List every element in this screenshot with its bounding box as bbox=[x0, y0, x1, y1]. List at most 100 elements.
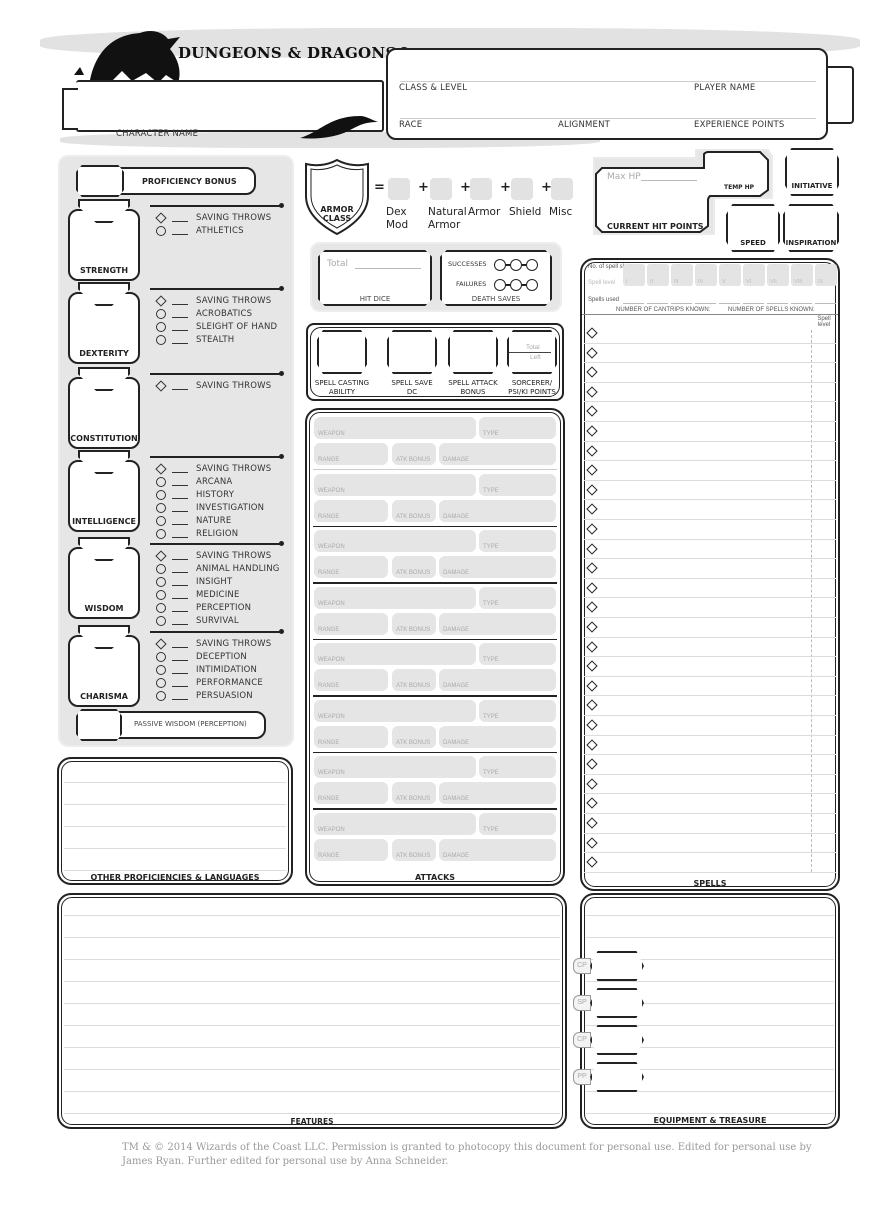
skill-row[interactable]: SAVING THROWS bbox=[155, 462, 271, 475]
skill-row[interactable]: NATURE bbox=[156, 514, 231, 527]
skill-row[interactable]: INVESTIGATION bbox=[156, 501, 264, 514]
damage-field[interactable]: DAMAGE bbox=[439, 669, 556, 691]
skill-row[interactable]: MEDICINE bbox=[156, 588, 240, 601]
proficiency-circle-icon[interactable] bbox=[156, 476, 166, 487]
proficiency-circle-icon[interactable] bbox=[156, 690, 166, 701]
spell-prepared-diamond-icon[interactable] bbox=[586, 503, 598, 516]
spell-row[interactable] bbox=[584, 638, 836, 658]
proficiency-circle-icon[interactable] bbox=[156, 321, 166, 332]
skill-value-blank[interactable] bbox=[172, 572, 188, 573]
skill-row[interactable]: PERFORMANCE bbox=[156, 676, 263, 689]
spell-prepared-diamond-icon[interactable] bbox=[586, 778, 598, 790]
ac-component-field[interactable] bbox=[551, 178, 573, 200]
proficiency-diamond-icon[interactable] bbox=[155, 211, 167, 224]
ac-component-field[interactable] bbox=[430, 178, 452, 200]
spells-used-field[interactable] bbox=[695, 303, 716, 304]
atk-bonus-field[interactable]: ATK BONUS bbox=[392, 725, 436, 748]
weapon-field[interactable]: WEAPON bbox=[314, 756, 476, 778]
type-field[interactable]: TYPE bbox=[479, 643, 556, 665]
spell-row[interactable] bbox=[584, 520, 836, 540]
spell-row[interactable] bbox=[584, 540, 836, 560]
armor-class-shield[interactable] bbox=[304, 158, 370, 236]
death-save-success-checkbox[interactable] bbox=[494, 259, 506, 271]
spell-row[interactable] bbox=[584, 677, 836, 697]
features-box[interactable] bbox=[57, 893, 567, 1129]
skill-row[interactable]: SAVING THROWS bbox=[155, 379, 271, 392]
ability-modifier-notch[interactable] bbox=[78, 450, 130, 474]
type-field[interactable]: TYPE bbox=[479, 530, 556, 552]
damage-field[interactable]: DAMAGE bbox=[439, 443, 556, 465]
weapon-field[interactable]: WEAPON bbox=[314, 812, 476, 835]
spell-prepared-diamond-icon[interactable] bbox=[586, 601, 598, 614]
type-field[interactable]: TYPE bbox=[479, 699, 556, 722]
death-save-failure-checkbox[interactable] bbox=[526, 279, 538, 291]
ac-component-field[interactable] bbox=[470, 178, 492, 200]
spell-prepared-diamond-icon[interactable] bbox=[586, 444, 598, 457]
spell-prepared-diamond-icon[interactable] bbox=[586, 542, 598, 555]
atk-bonus-field[interactable]: ATK BONUS bbox=[392, 443, 436, 465]
proficiency-circle-icon[interactable] bbox=[156, 651, 166, 662]
spell-stat-field[interactable] bbox=[317, 330, 367, 374]
race-field[interactable] bbox=[396, 98, 546, 120]
spell-row[interactable] bbox=[584, 461, 836, 481]
spell-row[interactable] bbox=[584, 794, 836, 814]
ability-modifier-notch[interactable] bbox=[78, 625, 130, 649]
spell-row[interactable] bbox=[584, 559, 836, 579]
proficiency-circle-icon[interactable] bbox=[156, 677, 166, 688]
skill-row[interactable]: DECEPTION bbox=[156, 650, 247, 663]
spell-slot-field[interactable]: V bbox=[719, 264, 741, 286]
other-proficiencies-box[interactable] bbox=[57, 757, 293, 885]
spell-slot-field[interactable]: II bbox=[647, 264, 669, 286]
proficiency-diamond-icon[interactable] bbox=[155, 379, 167, 392]
weapon-field[interactable]: WEAPON bbox=[314, 417, 476, 439]
range-field[interactable]: RANGE bbox=[314, 838, 388, 861]
ability-score-box-dexterity[interactable]: DEXTERITY bbox=[68, 282, 140, 364]
coin-field-cp[interactable] bbox=[590, 951, 644, 981]
ac-component-field[interactable] bbox=[511, 178, 533, 200]
skill-row[interactable]: PERSUASION bbox=[156, 689, 253, 702]
damage-field[interactable]: DAMAGE bbox=[439, 782, 556, 804]
spell-row[interactable] bbox=[584, 853, 836, 873]
spells-used-field[interactable] bbox=[623, 303, 644, 304]
death-save-failure-checkbox[interactable] bbox=[510, 279, 522, 291]
spell-row[interactable] bbox=[584, 579, 836, 599]
skill-value-blank[interactable] bbox=[172, 389, 188, 390]
skill-value-blank[interactable] bbox=[172, 647, 188, 648]
spell-prepared-diamond-icon[interactable] bbox=[586, 621, 598, 633]
range-field[interactable]: RANGE bbox=[314, 782, 388, 804]
spell-prepared-diamond-icon[interactable] bbox=[586, 640, 598, 653]
proficiency-circle-icon[interactable] bbox=[156, 225, 166, 236]
spell-prepared-diamond-icon[interactable] bbox=[586, 562, 598, 574]
alignment-field[interactable] bbox=[556, 98, 686, 120]
spell-row[interactable] bbox=[584, 481, 836, 501]
proficiency-circle-icon[interactable] bbox=[156, 589, 166, 600]
damage-field[interactable]: DAMAGE bbox=[439, 725, 556, 748]
spell-row[interactable] bbox=[584, 618, 836, 638]
atk-bonus-field[interactable]: ATK BONUS bbox=[392, 838, 436, 861]
proficiency-circle-icon[interactable] bbox=[156, 576, 166, 587]
proficiency-diamond-icon[interactable] bbox=[155, 462, 167, 475]
skill-value-blank[interactable] bbox=[172, 472, 188, 473]
spell-prepared-diamond-icon[interactable] bbox=[586, 738, 598, 751]
spell-row[interactable] bbox=[584, 716, 836, 736]
proficiency-circle-icon[interactable] bbox=[156, 489, 166, 500]
spell-row[interactable] bbox=[584, 814, 836, 834]
spell-slot-field[interactable]: VIII bbox=[791, 264, 813, 286]
weapon-field[interactable]: WEAPON bbox=[314, 530, 476, 552]
proficiency-circle-icon[interactable] bbox=[156, 602, 166, 613]
skill-value-blank[interactable] bbox=[172, 485, 188, 486]
spell-row[interactable] bbox=[584, 442, 836, 462]
skill-value-blank[interactable] bbox=[172, 624, 188, 625]
class-level-field[interactable] bbox=[396, 60, 686, 82]
proficiency-circle-icon[interactable] bbox=[156, 563, 166, 574]
skill-row[interactable]: PERCEPTION bbox=[156, 601, 251, 614]
proficiency-diamond-icon[interactable] bbox=[155, 637, 167, 650]
skill-value-blank[interactable] bbox=[172, 699, 188, 700]
atk-bonus-field[interactable]: ATK BONUS bbox=[392, 612, 436, 635]
skill-value-blank[interactable] bbox=[172, 330, 188, 331]
damage-field[interactable]: DAMAGE bbox=[439, 499, 556, 522]
spell-prepared-diamond-icon[interactable] bbox=[586, 523, 598, 535]
spell-prepared-diamond-icon[interactable] bbox=[586, 366, 598, 378]
spells-used-field[interactable] bbox=[815, 303, 836, 304]
spell-row[interactable] bbox=[584, 834, 836, 854]
